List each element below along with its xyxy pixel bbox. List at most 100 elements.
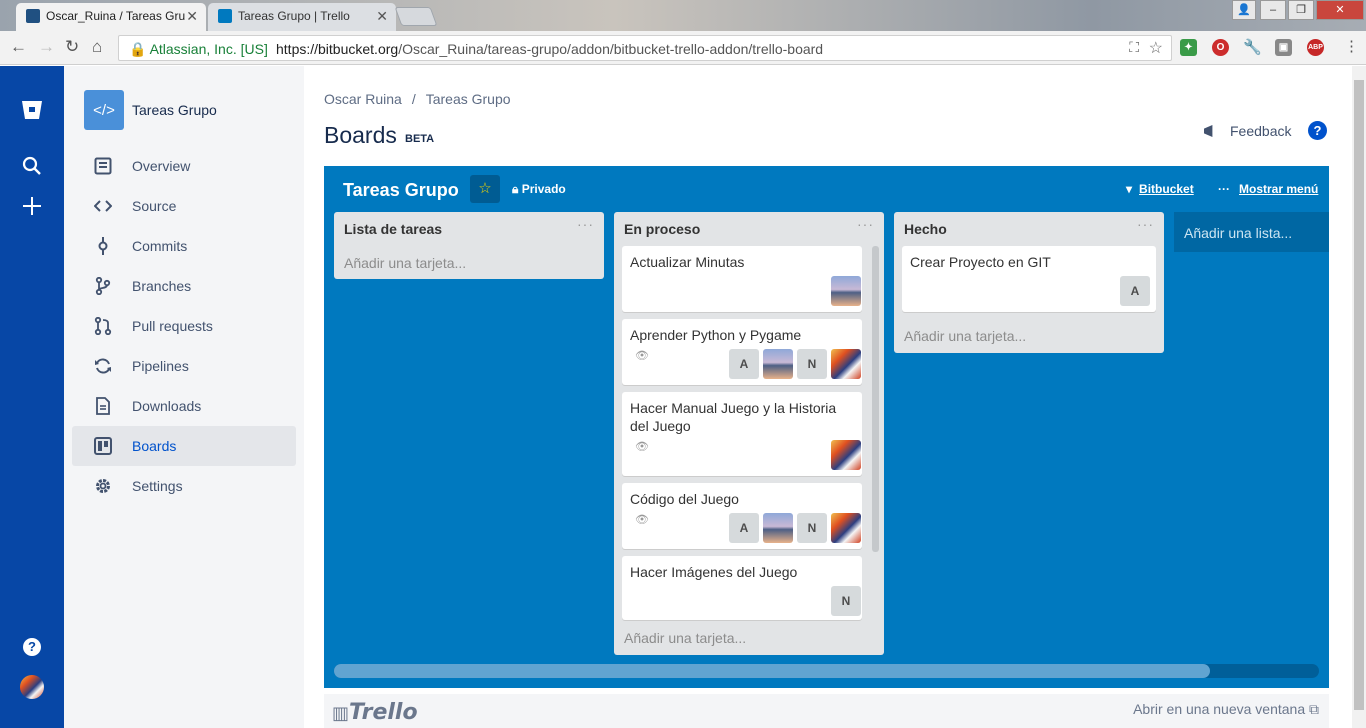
member-avatar-a[interactable]: A	[729, 513, 759, 543]
extension-bag-icon[interactable]: ▣	[1275, 39, 1292, 56]
browser-tab-trello[interactable]: Tareas Grupo | Trello ✕	[208, 3, 396, 31]
list-lista-de-tareas[interactable]: Lista de tareas ··· Añadir una tarjeta..…	[334, 212, 604, 279]
card[interactable]: Crear Proyecto en GIT A	[902, 246, 1156, 312]
board-footer: ▥Trello Abrir en una nueva ventana ⧉	[324, 694, 1329, 728]
list-header[interactable]: Lista de tareas	[344, 221, 442, 237]
profile-icon[interactable]: 👤	[1232, 0, 1256, 20]
address-bar[interactable]: 🔒 Atlassian, Inc. [US] https://bitbucket…	[118, 35, 1172, 61]
window-close-button[interactable]: ✕	[1316, 0, 1364, 20]
add-card-link[interactable]: Añadir una tarjeta...	[344, 255, 466, 271]
member-avatar-a[interactable]: A	[729, 349, 759, 379]
open-new-window-link[interactable]: Abrir en una nueva ventana ⧉	[1133, 701, 1319, 718]
adblock-icon[interactable]: ABP	[1307, 39, 1324, 56]
member-avatar[interactable]	[763, 349, 793, 379]
sidebar-item-label: Overview	[132, 158, 191, 174]
page-scrollbar[interactable]	[1352, 66, 1366, 728]
translate-icon[interactable]: ⛶	[1129, 39, 1139, 56]
card[interactable]: Hacer Manual Juego y la Historia del Jue…	[622, 392, 862, 476]
page-scrollbar-thumb[interactable]	[1354, 80, 1364, 710]
add-card-link[interactable]: Añadir una tarjeta...	[624, 630, 746, 646]
browser-tab-strip: Oscar_Ruina / Tareas Gru ✕ Tareas Grupo …	[0, 0, 1366, 31]
star-icon[interactable]: ☆	[470, 175, 500, 203]
bitbucket-favicon-icon	[26, 9, 40, 23]
browser-menu-icon[interactable]: ⋮	[1344, 37, 1359, 55]
board-scrollbar-thumb[interactable]	[334, 664, 1210, 678]
reload-icon[interactable]: ↻	[65, 37, 79, 57]
member-avatar-a[interactable]: A	[1120, 276, 1150, 306]
create-icon[interactable]	[16, 190, 48, 222]
help-icon[interactable]: ?	[16, 631, 48, 663]
help-button[interactable]: ?	[1308, 121, 1327, 140]
breadcrumb-owner-link[interactable]: Oscar Ruina	[324, 91, 402, 107]
card[interactable]: Código del Juego 👁︎ A N	[622, 483, 862, 549]
maximize-button[interactable]: ❐	[1288, 0, 1314, 20]
card[interactable]: Hacer Imágenes del Juego N	[622, 556, 862, 620]
browser-tab-bitbucket[interactable]: Oscar_Ruina / Tareas Gru ✕	[16, 3, 206, 31]
card[interactable]: Aprender Python y Pygame 👁︎ A N	[622, 319, 862, 385]
board-title[interactable]: Tareas Grupo	[343, 180, 459, 201]
user-avatar[interactable]	[16, 671, 48, 703]
member-avatar[interactable]	[831, 513, 861, 543]
member-avatar-n[interactable]: N	[797, 513, 827, 543]
home-icon[interactable]: ⌂	[92, 37, 102, 57]
new-tab-button[interactable]	[394, 7, 438, 26]
tab-close-icon[interactable]: ✕	[186, 3, 198, 29]
member-avatar-n[interactable]: N	[831, 586, 861, 616]
trello-favicon-icon	[218, 9, 232, 23]
list-header[interactable]: En proceso	[624, 221, 700, 237]
watch-icon: 👁︎	[635, 441, 649, 453]
minimize-button[interactable]: –	[1260, 0, 1286, 20]
repository-avatar-icon[interactable]: </>	[84, 90, 124, 130]
trello-logo: ▥Trello	[332, 700, 418, 725]
list-hecho[interactable]: Hecho ··· Crear Proyecto en GIT A Añadir…	[894, 212, 1164, 353]
card[interactable]: Actualizar Minutas	[622, 246, 862, 312]
extension-opera-icon[interactable]: O	[1212, 39, 1229, 56]
secure-site-indicator[interactable]: 🔒 Atlassian, Inc. [US]	[129, 41, 268, 58]
bitbucket-logo-icon[interactable]	[16, 94, 48, 126]
member-avatar[interactable]	[831, 276, 861, 306]
privacy-button[interactable]: 🔒︎ Privado	[512, 182, 566, 197]
member-avatar-n[interactable]: N	[797, 349, 827, 379]
list-header[interactable]: Hecho	[904, 221, 947, 237]
card-title: Hacer Imágenes del Juego	[630, 564, 798, 580]
list-menu-icon[interactable]: ···	[577, 216, 594, 232]
list-menu-icon[interactable]: ···	[857, 216, 874, 232]
list-menu-icon[interactable]: ···	[1137, 216, 1154, 232]
extension-wrench-icon[interactable]: 🔧	[1243, 39, 1262, 56]
sidebar-item-source[interactable]: Source	[72, 186, 296, 226]
add-card-link[interactable]: Añadir una tarjeta...	[904, 328, 1026, 344]
add-list-button[interactable]: Añadir una lista...	[1174, 212, 1329, 252]
sidebar-item-settings[interactable]: Settings	[72, 466, 296, 506]
forward-icon[interactable]: →	[38, 37, 55, 57]
bitbucket-link[interactable]: ▾ Bitbucket	[1126, 182, 1194, 196]
tab-close-icon[interactable]: ✕	[376, 3, 388, 29]
sidebar-item-boards[interactable]: Boards	[72, 426, 296, 466]
sidebar-item-downloads[interactable]: Downloads	[72, 386, 296, 426]
breadcrumb-repo-link[interactable]: Tareas Grupo	[426, 91, 511, 107]
search-icon[interactable]	[16, 150, 48, 182]
branches-icon	[94, 277, 112, 295]
sidebar-item-label: Branches	[132, 278, 192, 294]
url-text[interactable]: https://bitbucket.org/Oscar_Ruina/tareas…	[276, 41, 823, 57]
page-title: Boards	[324, 122, 397, 148]
repository-name[interactable]: Tareas Grupo	[132, 102, 217, 118]
member-avatar[interactable]	[763, 513, 793, 543]
show-menu-link[interactable]: ··· Mostrar menú	[1218, 182, 1318, 196]
list-en-proceso[interactable]: En proceso ··· Actualizar Minutas Aprend…	[614, 212, 884, 655]
list-scrollbar[interactable]	[872, 246, 879, 552]
sidebar-item-label: Source	[132, 198, 177, 214]
sidebar-item-pipelines[interactable]: Pipelines	[72, 346, 296, 386]
sidebar-item-overview[interactable]: Overview	[72, 146, 296, 186]
member-avatar[interactable]	[831, 440, 861, 470]
back-icon[interactable]: ←	[10, 37, 27, 57]
sidebar-item-branches[interactable]: Branches	[72, 266, 296, 306]
extension-green-icon[interactable]: ✦	[1180, 39, 1197, 56]
boards-icon	[94, 437, 112, 455]
feedback-label: Feedback	[1230, 123, 1292, 139]
bookmark-star-icon[interactable]: ☆	[1149, 38, 1163, 58]
sidebar-item-pull-requests[interactable]: Pull requests	[72, 306, 296, 346]
member-avatar[interactable]	[831, 349, 861, 379]
sidebar-item-commits[interactable]: Commits	[72, 226, 296, 266]
open-new-window-label: Abrir en una nueva ventana	[1133, 701, 1306, 717]
feedback-button[interactable]: Feedback	[1204, 123, 1291, 139]
